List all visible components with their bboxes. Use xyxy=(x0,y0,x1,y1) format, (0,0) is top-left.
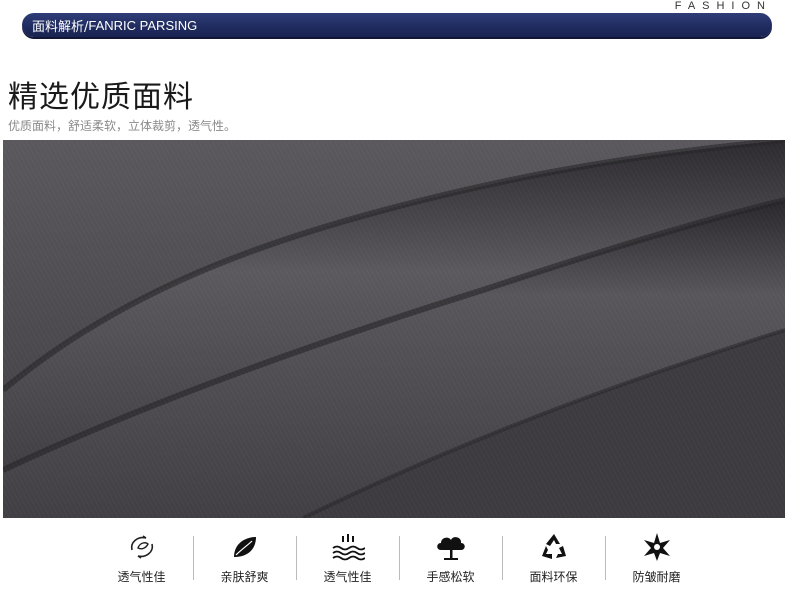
feature-item: 亲肤舒爽 xyxy=(193,530,296,585)
feature-item: 防皱耐磨 xyxy=(605,530,708,585)
feature-label: 亲肤舒爽 xyxy=(220,570,269,584)
section-subtitle: 优质面料，舒适柔软，立体裁剪，透气性。 xyxy=(8,119,237,133)
feature-label: 手感松软 xyxy=(426,570,475,584)
section-title: 精选优质面料 xyxy=(8,80,194,115)
feature-item: 面料环保 xyxy=(502,530,605,585)
fashion-tag: FASHION xyxy=(674,0,772,12)
section-banner: 面料解析/ FANRIC PARSING xyxy=(22,13,772,37)
feature-label: 透气性佳 xyxy=(323,570,372,584)
banner-title-en: FANRIC PARSING xyxy=(88,17,198,33)
fabric-photo xyxy=(3,140,785,518)
feature-list: 透气性佳 亲肤舒爽 透气性佳 手感松软 面料环保 防皱耐磨 xyxy=(90,530,710,590)
feature-label: 防皱耐磨 xyxy=(632,570,681,584)
leaf-icon xyxy=(228,530,262,564)
feature-item: 手感松软 xyxy=(399,530,502,585)
feature-item: 透气性佳 xyxy=(296,530,399,585)
recycle-icon xyxy=(537,530,571,564)
water-wave-icon xyxy=(331,530,365,564)
fabric-texture xyxy=(3,140,785,518)
leaves-swirl-icon xyxy=(125,530,159,564)
feature-label: 透气性佳 xyxy=(117,570,166,584)
cloud-tree-icon xyxy=(434,530,468,564)
banner-title-cn: 面料解析/ xyxy=(32,19,89,35)
star-burst-icon xyxy=(640,530,674,564)
feature-item: 透气性佳 xyxy=(90,530,193,585)
feature-label: 面料环保 xyxy=(529,570,578,584)
